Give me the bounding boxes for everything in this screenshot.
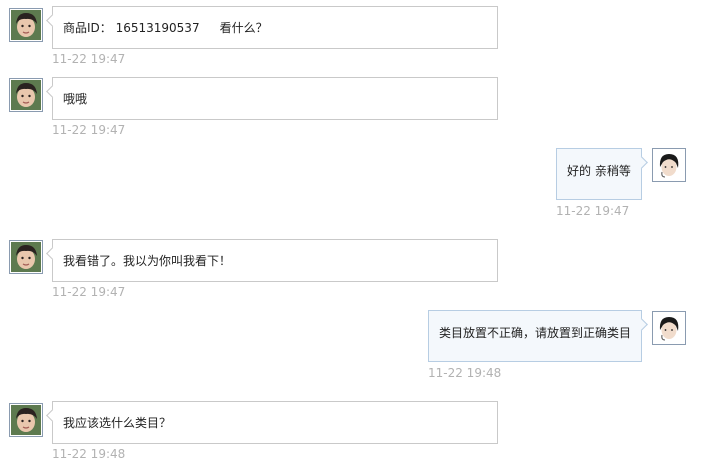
message-text: 看什么？ (219, 21, 268, 35)
message-text: 我应该选什么类目？ (63, 416, 172, 430)
message-timestamp: 11-22 19:47 (52, 52, 126, 66)
agent-avatar[interactable] (652, 311, 686, 345)
message-bubble: 好的 亲稍等 (556, 148, 648, 200)
message-bubble: 我应该选什么类目？ (46, 401, 498, 444)
agent-avatar-icon (654, 150, 684, 180)
message-bubble: 类目放置不正确，请放置到正确类目 (428, 310, 648, 362)
message-text: 好的 亲稍等 (567, 164, 631, 178)
customer-avatar[interactable] (9, 78, 43, 112)
girl-avatar-icon (11, 80, 41, 110)
message-text: 商品ID： 16513190537 (63, 21, 200, 35)
girl-avatar-icon (11, 242, 41, 272)
message-timestamp: 11-22 19:47 (52, 285, 126, 299)
message-bubble: 哦哦 (46, 77, 498, 120)
message-text: 哦哦 (63, 92, 88, 106)
girl-avatar-icon (11, 405, 41, 435)
girl-avatar-icon (11, 10, 41, 40)
customer-avatar[interactable] (9, 240, 43, 274)
message-timestamp: 11-22 19:48 (52, 447, 126, 461)
message-bubble: 商品ID： 16513190537 看什么？ (46, 6, 498, 49)
customer-avatar[interactable] (9, 8, 43, 42)
customer-avatar[interactable] (9, 403, 43, 437)
message-bubble: 我看错了。我以为你叫我看下！ (46, 239, 498, 282)
message-text: 我看错了。我以为你叫我看下！ (63, 254, 232, 268)
agent-avatar[interactable] (652, 148, 686, 182)
message-timestamp: 11-22 19:48 (428, 366, 502, 380)
agent-avatar-icon (654, 313, 684, 343)
message-text: 类目放置不正确，请放置到正确类目 (439, 326, 632, 340)
message-timestamp: 11-22 19:47 (52, 123, 126, 137)
message-timestamp: 11-22 19:47 (556, 204, 630, 218)
